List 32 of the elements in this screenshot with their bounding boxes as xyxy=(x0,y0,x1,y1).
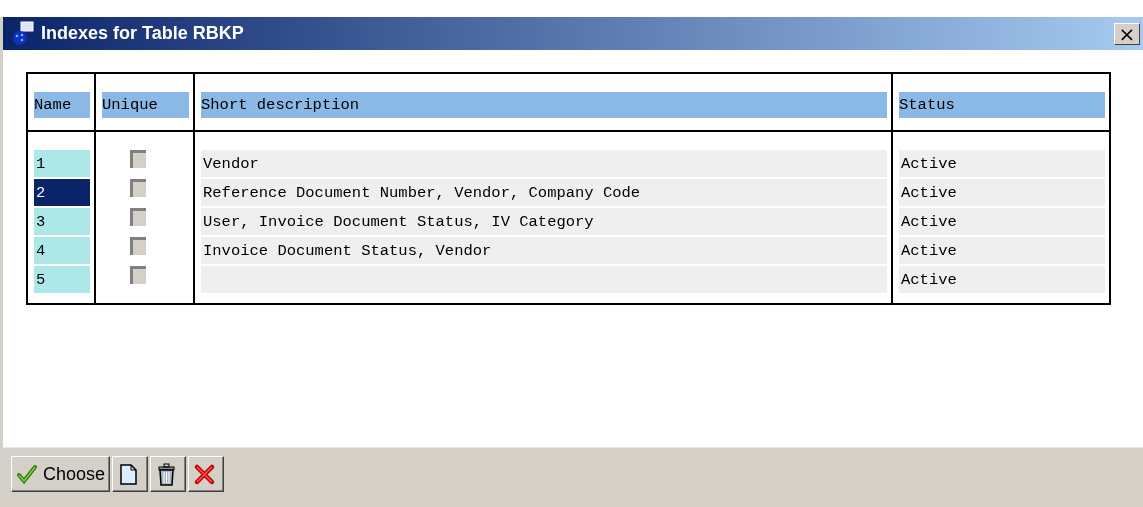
status-cell: Active xyxy=(899,150,1105,177)
index-name-cell[interactable]: 2 xyxy=(34,179,90,206)
status-cell: Active xyxy=(899,237,1105,264)
window-title: Indexes for Table RBKP xyxy=(41,23,245,44)
new-button[interactable] xyxy=(112,456,149,492)
close-button[interactable]: × xyxy=(1114,22,1140,45)
delete-button[interactable] xyxy=(150,456,187,492)
unique-checkbox[interactable] xyxy=(129,179,146,197)
column-header[interactable]: Short description xyxy=(201,92,887,118)
app-icon xyxy=(11,20,37,47)
unique-checkbox[interactable] xyxy=(129,150,146,168)
index-name-cell[interactable]: 5 xyxy=(34,266,90,293)
cancel-button[interactable] xyxy=(188,456,225,492)
description-cell: Invoice Document Status, Vendor xyxy=(201,237,887,264)
close-icon xyxy=(193,462,217,486)
check-icon xyxy=(16,462,39,486)
column-header[interactable]: Name xyxy=(34,92,90,118)
column-header[interactable]: Status xyxy=(899,92,1105,118)
index-name-cell[interactable]: 1 xyxy=(34,150,90,177)
unique-checkbox[interactable] xyxy=(129,237,146,255)
description-cell: Vendor xyxy=(201,150,887,177)
status-cell: Active xyxy=(899,208,1105,235)
unique-checkbox[interactable] xyxy=(129,208,146,226)
index-name-cell[interactable]: 4 xyxy=(34,237,90,264)
description-cell: Reference Document Number, Vendor, Company Code xyxy=(201,179,887,206)
choose-button[interactable]: Choose xyxy=(11,456,111,492)
column-header[interactable]: Unique xyxy=(102,92,189,118)
unique-checkbox[interactable] xyxy=(129,266,146,284)
index-name-cell[interactable]: 3 xyxy=(34,208,90,235)
status-cell: Active xyxy=(899,266,1105,293)
status-cell: Active xyxy=(899,179,1105,206)
description-cell: User, Invoice Document Status, IV Category xyxy=(201,208,887,235)
